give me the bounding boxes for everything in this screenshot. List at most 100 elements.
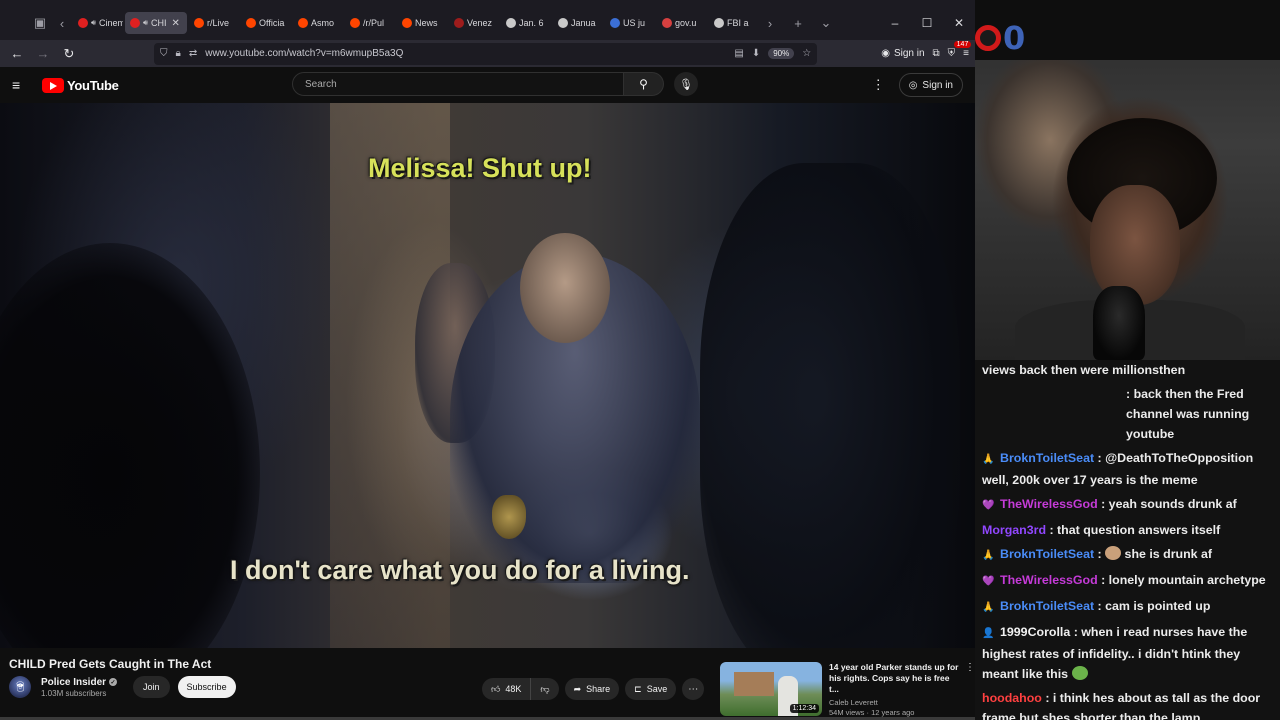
share-button[interactable]: ➦ Share (564, 678, 620, 700)
reload-icon[interactable]: ↻ (58, 43, 80, 65)
tab-audio-icon[interactable]: 🔊︎ (91, 18, 96, 28)
browser-tab[interactable]: US ju (605, 12, 655, 34)
tab-label: News (415, 18, 438, 28)
forward-icon[interactable]: → (32, 43, 54, 65)
zoom-level[interactable]: 90% (768, 48, 795, 59)
lock-icon[interactable]: 🔒︎ (176, 48, 181, 59)
bookmark-star-icon[interactable]: ☆ (802, 48, 811, 59)
search-input[interactable]: Search (292, 72, 624, 96)
chat-text: views back then were millionsthen (982, 363, 1186, 377)
bookmark-icon: ⊏ (634, 683, 642, 694)
video-police-badge (492, 495, 526, 539)
browser-tab[interactable]: Jan. 6 (501, 12, 551, 34)
chat-username[interactable]: Morgan3rd (982, 523, 1046, 537)
voice-search-button[interactable]: 🎙︎ (674, 72, 698, 96)
tab-favicon-icon (714, 18, 724, 28)
subscribe-button[interactable]: Subscribe (177, 676, 236, 698)
recommended-video[interactable]: 1:12:34 14 year old Parker stands up for… (720, 662, 975, 717)
browser-tab[interactable]: r/Live (189, 12, 239, 34)
recommended-menu-icon[interactable]: ⋮ (965, 662, 975, 716)
channel-row: 👮︎ Police Insider ✓ 1.03M subscribers Jo… (9, 676, 236, 698)
search-button[interactable]: ⚲ (624, 72, 664, 96)
chat-message: 🙏 BroknToiletSeat : she is drunk af (982, 544, 1274, 566)
tab-list-icon[interactable]: ⌄ (815, 12, 837, 34)
browser-tab[interactable]: gov.u (657, 12, 707, 34)
back-icon[interactable]: ← (6, 43, 28, 65)
chat-username[interactable]: 1999Corolla (1000, 625, 1070, 639)
youtube-logo[interactable]: YouTube (42, 77, 119, 93)
chat-username[interactable]: TheWirelessGod (1000, 497, 1098, 511)
menu-icon[interactable]: ≡ (963, 48, 969, 59)
close-window-icon[interactable]: ✕ (943, 12, 975, 34)
stream-logo-zero-icon: 0 (1003, 19, 1026, 57)
recommended-title[interactable]: 14 year old Parker stands up for his rig… (829, 662, 961, 695)
chat-text: : lonely mountain archetype (1097, 573, 1266, 587)
tab-favicon-icon (350, 18, 360, 28)
browser-tab[interactable]: 🔊︎ CHI ✕ (125, 12, 187, 34)
chat-message: : back then the Fred channel was running… (982, 384, 1274, 444)
chat-message: 💜 TheWirelessGod : lonely mountain archet… (982, 570, 1274, 592)
maximize-icon[interactable]: ☐ (911, 12, 943, 34)
live-chat: views back then were millionsthen : back … (975, 360, 1280, 720)
minimize-icon[interactable]: – (879, 12, 911, 34)
tab-favicon-icon (558, 18, 568, 28)
browser-tab[interactable]: Janua (553, 12, 603, 34)
webcam-feed: 0 (975, 0, 1280, 360)
guide-menu-icon[interactable]: ≡ (12, 77, 30, 93)
more-actions-icon[interactable]: ⋯ (682, 678, 705, 700)
save-button[interactable]: ⊏ Save (625, 678, 677, 700)
reader-view-icon[interactable]: ▤ (734, 48, 743, 59)
webcam-person-face (1090, 185, 1180, 305)
video-player[interactable]: Melissa! Shut up! I don't care what you … (0, 103, 975, 648)
tab-close-icon[interactable]: ✕ (172, 18, 180, 29)
share-icon: ➦ (573, 683, 582, 694)
tab-audio-icon[interactable]: 🔊︎ (143, 18, 148, 28)
browser-tab[interactable]: FBI a (709, 12, 759, 34)
browser-tab[interactable]: /r/Pul (345, 12, 395, 34)
tab-overview-icon[interactable]: ▣ (29, 12, 51, 34)
tab-scroll-left-icon[interactable]: ‹ (51, 12, 73, 34)
recommended-thumbnail[interactable]: 1:12:34 (720, 662, 822, 716)
chat-username[interactable]: BroknToiletSeat (1000, 599, 1094, 613)
screen: ▣ ‹ 🔊︎ Cinem 🔊︎ CHI ✕ r/Live Officia Asmo/r/Pul… (0, 0, 1280, 720)
like-button[interactable]: 👍︎ 48K (482, 678, 532, 700)
chat-message: 🙏 BroknToiletSeat : cam is pointed up (982, 596, 1274, 618)
chat-badge-icon: 🙏 (982, 454, 995, 465)
share-label: Share (586, 684, 611, 694)
shield-icon[interactable]: ⛉ (160, 48, 168, 59)
browser-tab[interactable]: News (397, 12, 447, 34)
account-signin[interactable]: ◉ Sign in (881, 48, 924, 59)
search-icon: ⚲ (639, 77, 648, 91)
join-button[interactable]: Join (133, 676, 170, 698)
ublock-count-badge: 147 (953, 41, 972, 48)
extensions-icon[interactable]: ⧉ (933, 48, 940, 59)
channel-name[interactable]: Police Insider (41, 677, 106, 688)
account-icon: ◉ (881, 48, 890, 59)
browser-tab[interactable]: Asmo (293, 12, 343, 34)
browser-tab[interactable]: Officia (241, 12, 291, 34)
dislike-button[interactable]: 👎︎ (531, 678, 558, 700)
address-bar[interactable]: ⛉ 🔒︎ ⇄ www.youtube.com/watch?v=m6wmupB5a… (154, 42, 818, 65)
chat-text: : back then the Fred channel was running… (1126, 387, 1250, 441)
browser-tab[interactable]: Venez (449, 12, 499, 34)
header-actions: ⋮ ◎ Sign in (872, 73, 963, 97)
search-bar: Search ⚲ 🎙︎ (292, 72, 698, 96)
permissions-icon[interactable]: ⇄ (189, 48, 197, 59)
download-video-icon[interactable]: ⬇ (752, 48, 760, 59)
settings-dots-icon[interactable]: ⋮ (872, 77, 885, 93)
youtube-signin-button[interactable]: ◎ Sign in (898, 73, 963, 97)
tab-scroll-right-icon[interactable]: › (759, 12, 781, 34)
chat-username[interactable]: TheWirelessGod (1000, 573, 1098, 587)
thumbs-up-icon: 👍︎ (491, 683, 501, 694)
new-tab-icon[interactable]: + (787, 12, 809, 34)
chat-username[interactable]: hoodahoo (982, 691, 1042, 705)
channel-avatar[interactable]: 👮︎ (9, 676, 31, 698)
ublock-icon[interactable]: ⛨ 147 (948, 41, 972, 59)
chat-username[interactable]: BroknToiletSeat (1000, 547, 1094, 561)
stream-overlay: 0 views back then were millionsthen : bac… (975, 0, 1280, 720)
tab-favicon-icon (402, 18, 412, 28)
url-text[interactable]: www.youtube.com/watch?v=m6wmupB5a3Q (205, 48, 726, 59)
video-person-right (700, 163, 960, 648)
browser-tab[interactable]: 🔊︎ Cinem (73, 12, 123, 34)
chat-username[interactable]: BroknToiletSeat (1000, 451, 1094, 465)
